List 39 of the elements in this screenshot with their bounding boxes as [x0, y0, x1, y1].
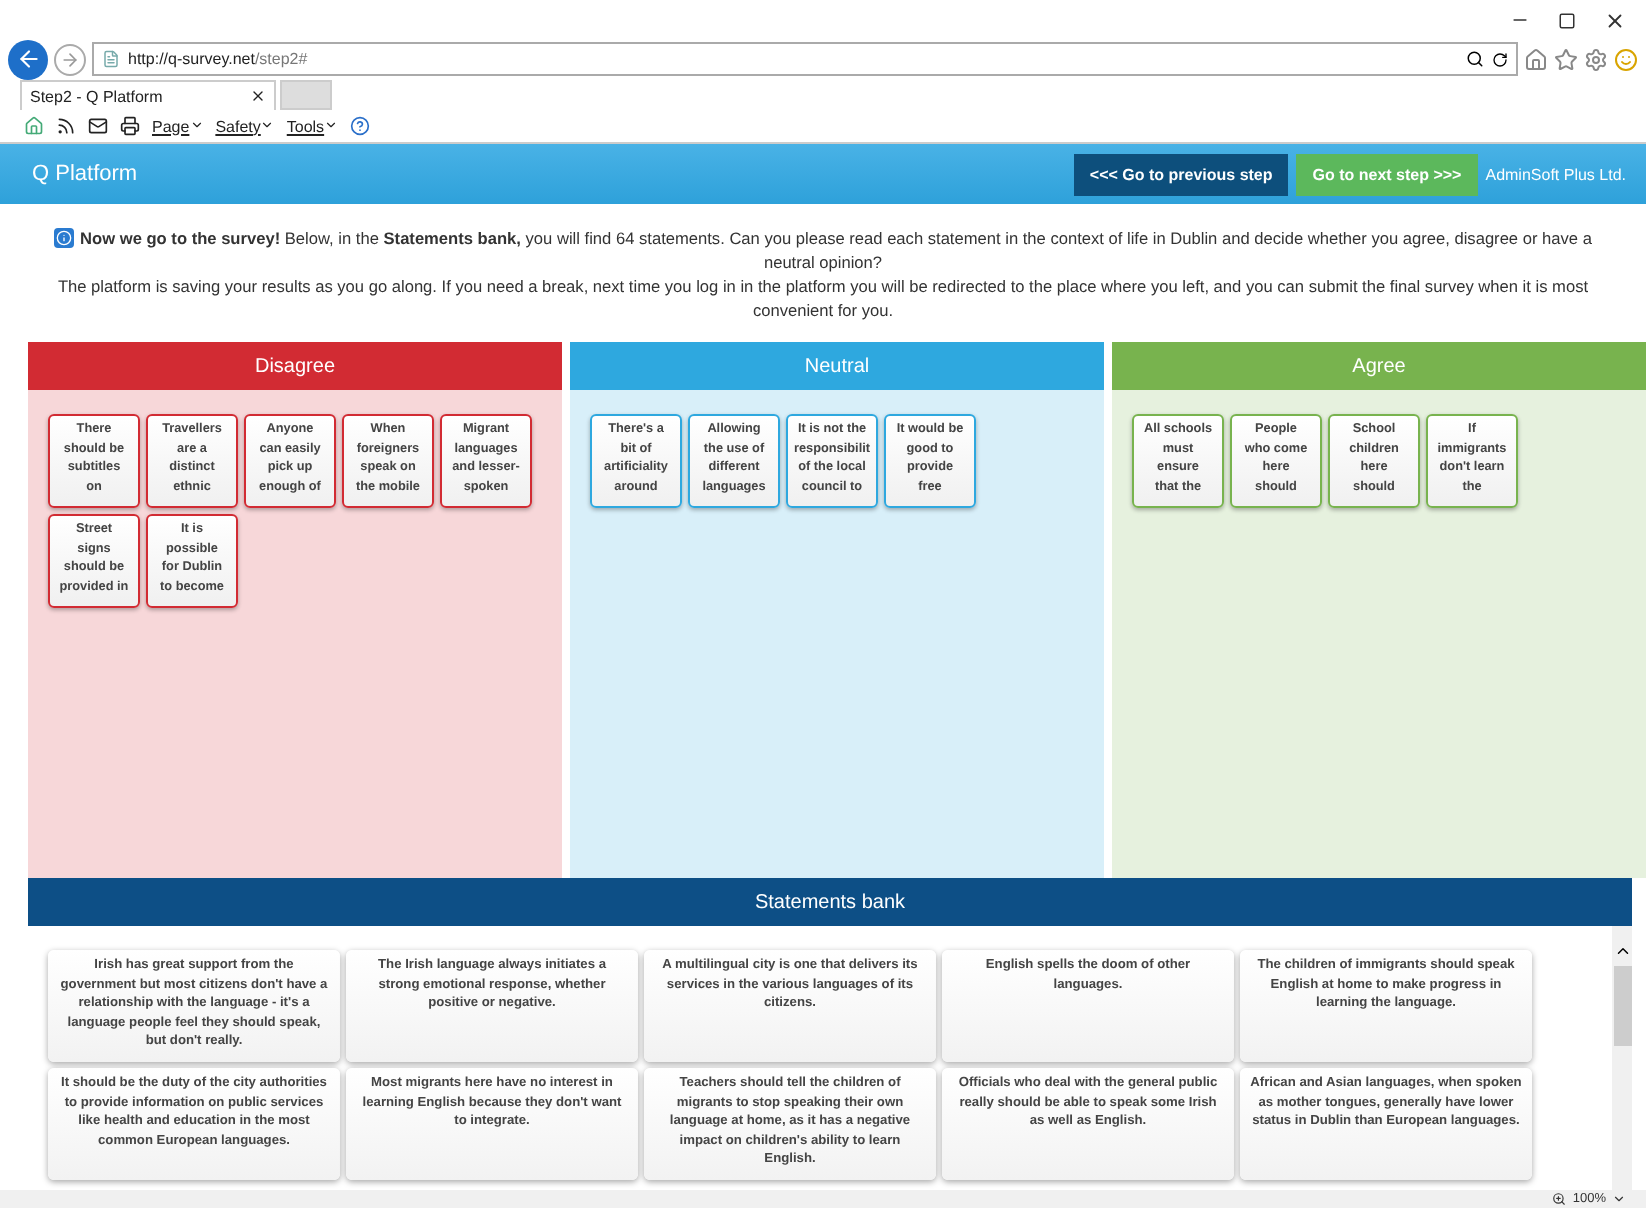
feed-icon[interactable] [56, 116, 76, 136]
caret-icon [260, 117, 275, 131]
settings-icon[interactable] [1584, 47, 1608, 71]
app-title: Q Platform [32, 162, 140, 186]
address-field[interactable]: http://q-survey.net/step2# [92, 42, 1518, 76]
scrollbar[interactable] [1612, 926, 1632, 1190]
maximize-icon[interactable] [1558, 11, 1576, 29]
info-icon [54, 228, 75, 249]
intro-text: Now we go to the survey! Below, in the Statements bank, you will find 64 statements. Can you please read each statement in the context of life in Dublin and decide whether you agree, disagree or have a neutral opinion? [36, 225, 1610, 273]
toolbar-menu[interactable]: Page [152, 117, 204, 135]
intro-text: The platform is saving your results as you go along. If you need a break, next time you log in in the platform you will be redirected to the place where you left, and you can submit the final survey when it is most convenient for you. [55, 273, 1591, 321]
star-icon[interactable] [1554, 47, 1578, 71]
category-header: Agree [1112, 342, 1646, 390]
forward-arrow-icon [60, 49, 80, 69]
bank-header: Statements bank [28, 878, 1632, 926]
category-header: Disagree [28, 342, 562, 390]
back-arrow-icon [15, 46, 41, 72]
company-name: AdminSoft Plus Ltd. [1485, 165, 1626, 183]
category-header: Neutral [570, 342, 1104, 390]
search-icon[interactable] [1466, 50, 1484, 68]
browser-tab[interactable]: Step2 - Q Platform [20, 80, 276, 110]
printer-icon[interactable] [120, 116, 140, 136]
caret-icon [189, 117, 204, 131]
toolbar-menu[interactable]: Safety [215, 117, 275, 135]
zoom-icon [1552, 1192, 1567, 1206]
refresh-icon[interactable] [1492, 51, 1508, 67]
previous-step-button[interactable]: <<< Go to previous step [1073, 153, 1289, 195]
close-icon[interactable] [250, 88, 266, 104]
home-icon[interactable] [1524, 47, 1548, 71]
page-icon [102, 50, 120, 68]
mail-icon[interactable] [88, 116, 108, 136]
help-icon[interactable] [350, 116, 371, 136]
close-icon[interactable] [1604, 9, 1626, 31]
home-icon[interactable] [24, 116, 44, 136]
scroll-up-icon[interactable] [1613, 942, 1631, 960]
caret-icon[interactable] [1612, 1192, 1626, 1206]
back-button[interactable] [8, 39, 48, 79]
toolbar-menu[interactable]: Tools [286, 117, 339, 135]
caret-icon [324, 117, 339, 131]
